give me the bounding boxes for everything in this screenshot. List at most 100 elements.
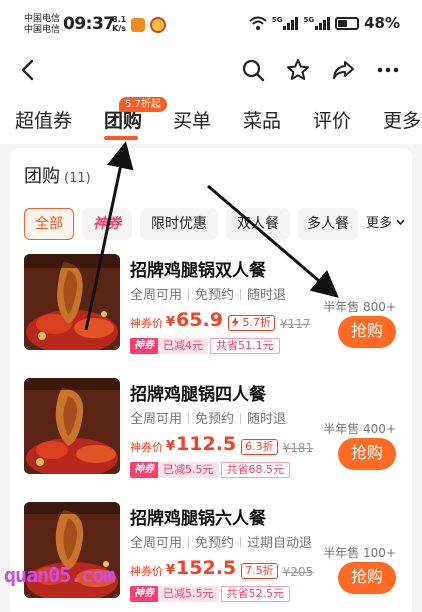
signal-1: 5G [272,16,299,30]
share-icon [333,61,354,79]
deal-tag: 免预约 [195,536,235,551]
deal-tag: 随时退 [247,412,287,427]
deal-title: 招牌鸡腿锅四人餐 [130,385,266,405]
deal-price: ¥112.5 [166,433,237,455]
deal-card[interactable]: 招牌鸡腿锅六人餐 全周可用 免预约 过期自动退 神券价 ¥152.5 7.5折 ¥2… [10,498,412,612]
total-saved-badge: 共省51.1元 [210,338,280,354]
deal-tag: 过期自动退 [247,536,313,551]
deal-tag: 全周可用 [130,288,183,303]
tab-dishes[interactable]: 菜品 [243,106,281,133]
deal-card[interactable]: 招牌鸡腿锅四人餐 全周可用 免预约 随时退 神券价 ¥112.5 6.3折 ¥181… [10,374,412,494]
shen-coupon-badge: 神券 [130,338,158,354]
battery-level: 48% [364,14,400,32]
discount-badge: 7.5折 [241,563,278,579]
deal-tags: 全周可用 免预约 随时退 [130,284,286,303]
price-row: 神券价 ¥112.5 6.3折 ¥181 [130,433,314,458]
buy-button[interactable]: 抢购 [338,562,396,594]
buy-button[interactable]: 抢购 [338,438,396,470]
total-saved-badge: 共省52.5元 [220,586,290,602]
buy-button[interactable]: 抢购 [338,316,396,348]
coupon-badges: 神券 已减5.5元 共省52.5元 [130,586,290,602]
battery-icon [335,16,360,30]
tab-vouchers[interactable]: 超值券 [15,106,72,133]
chevron-down-icon [396,219,405,226]
original-price: ¥117 [279,317,311,331]
carrier-2: 中国电信 [24,25,61,35]
chip-limited-offer[interactable]: 限时优惠 [140,208,218,240]
reduced-badge: 已减4元 [158,338,208,354]
chip-shen-coupon[interactable]: 神券 [82,208,132,240]
status-bar: 中国电信 中国电信 09:37 8.1 K/s 5G 5G 48% [0,0,422,44]
more-icon [377,67,399,73]
watermark: quan05.com [4,563,115,587]
price-row: 神券价 ¥152.5 7.5折 ¥205 [130,557,314,582]
deal-price: ¥152.5 [166,557,237,579]
deal-tag: 全周可用 [130,536,183,551]
price-label: 神券价 [130,317,163,330]
chip-multi-meal[interactable]: 多人餐 [298,208,358,240]
deal-tag: 随时退 [247,288,287,303]
total-saved-badge: 共省68.5元 [220,462,290,478]
deal-title: 招牌鸡腿锅双人餐 [130,261,266,281]
deal-tag: 免预约 [195,288,235,303]
tab-more[interactable]: 更多 [383,106,421,133]
filter-chips: 全部 神券 限时优惠 双人餐 多人餐 更多 [24,208,405,242]
deal-tag: 全周可用 [130,412,183,427]
network-speed: 8.1 K/s [112,15,126,33]
group-buy-section: 团购 (11) 全部 神券 限时优惠 双人餐 多人餐 更多 招牌鸡腿锅双人餐 全… [10,148,412,612]
active-tab-indicator [104,136,138,140]
deal-tag: 免预约 [195,412,235,427]
deal-card[interactable]: 招牌鸡腿锅双人餐 全周可用 免预约 随时退 神券价 ¥65.9 5.7折 ¥117 … [10,250,412,370]
reduced-badge: 已减5.5元 [158,462,219,478]
price-label: 神券价 [130,565,163,578]
lightning-icon [231,317,239,327]
share-button[interactable] [329,56,357,84]
favorite-button[interactable] [284,56,312,84]
discount-badge: 5.7折 [227,315,275,331]
back-button[interactable] [14,56,42,84]
price-row: 神券价 ¥65.9 5.7折 ¥117 [130,309,311,334]
notification-app-icon [131,18,145,32]
chevron-left-icon [21,59,34,81]
nav-bar [0,44,422,96]
deal-title: 招牌鸡腿锅六人餐 [130,509,266,529]
carrier-1: 中国电信 [24,14,61,24]
sold-count: 半年售 800+ [323,300,396,314]
original-price: ¥181 [282,441,314,455]
net-speed-unit: K/s [112,24,127,33]
coupon-badges: 神券 已减4元 共省51.1元 [130,338,280,354]
original-price: ¥205 [282,565,314,579]
tab-discount-badge: 5.7折起 [119,97,167,112]
tab-pay[interactable]: 买单 [173,106,211,133]
more-button[interactable] [374,56,402,84]
section-title-text: 团购 [24,166,60,187]
shen-coupon-badge: 神券 [130,586,158,602]
deal-tags: 全周可用 免预约 随时退 [130,408,286,427]
shen-coupon-badge: 神券 [130,462,158,478]
carrier-info: 中国电信 中国电信 [24,14,60,36]
status-right: 5G 5G 48% [249,14,400,32]
signal-bars-icon [315,16,331,30]
section-count: (11) [64,171,91,186]
deal-price: ¥65.9 [166,309,223,331]
weibo-icon [150,17,166,33]
sold-count: 半年售 100+ [323,546,396,560]
discount-badge: 6.3折 [241,439,278,455]
signal-2: 5G [303,16,331,30]
net-speed-value: 8.1 [112,15,127,24]
clock: 09:37 [63,14,115,34]
search-button[interactable] [239,56,267,84]
chip-more-label: 更多 [366,216,393,231]
sold-count: 半年售 400+ [323,422,396,436]
deal-tags: 全周可用 免预约 过期自动退 [130,532,312,551]
wifi-icon [249,16,267,30]
signal-bars-icon [283,16,299,30]
deal-image [24,378,120,474]
chip-more-button[interactable]: 更多 [366,208,405,240]
price-label: 神券价 [130,441,163,454]
chip-double-meal[interactable]: 双人餐 [226,208,290,240]
tab-reviews[interactable]: 评价 [313,106,351,133]
chip-all[interactable]: 全部 [24,208,74,240]
tab-bar: 超值券 团购 5.7折起 买单 菜品 评价 更多 [0,96,422,144]
section-title: 团购 (11) [24,162,91,188]
